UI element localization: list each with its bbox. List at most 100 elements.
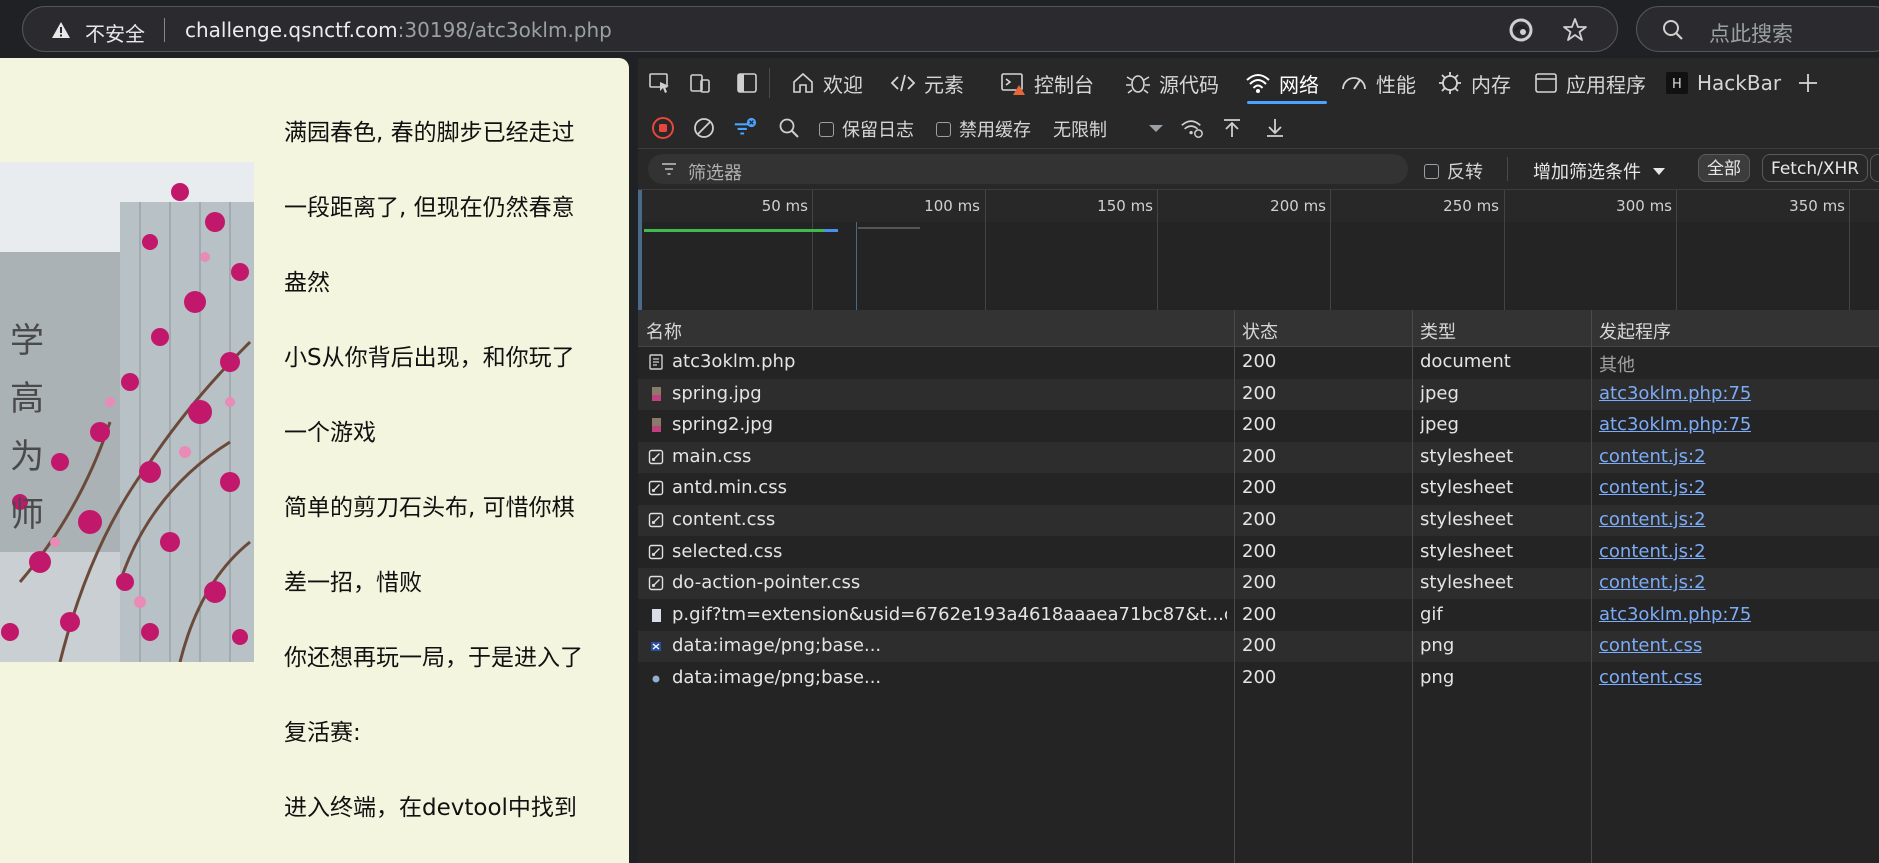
console-icon: [1001, 73, 1025, 95]
request-name[interactable]: p.gif?tm=extension&usid=6762e193a4618aaa…: [672, 604, 1227, 625]
filter-input[interactable]: 筛选器: [648, 154, 1408, 184]
wifi-icon: [1246, 74, 1270, 93]
request-name[interactable]: selected.css: [672, 541, 1227, 562]
request-name[interactable]: data:image/png;base...: [672, 667, 1227, 688]
tab-label: 控制台: [1034, 72, 1094, 97]
request-initiator[interactable]: content.js:2: [1599, 477, 1706, 498]
invert-checkbox[interactable]: 反转: [1424, 158, 1483, 184]
request-status: 200: [1242, 572, 1277, 594]
table-row[interactable]: main.css 200 stylesheet content.js:2: [638, 441, 1879, 473]
requests-table: 名称 状态 类型 发起程序 atc3oklm.php 200 document 其他 s…: [638, 310, 1879, 863]
table-row[interactable]: do-action-pointer.css 200 stylesheet conten…: [638, 568, 1879, 600]
column-divider[interactable]: [1591, 310, 1592, 863]
request-initiator[interactable]: content.js:2: [1599, 509, 1706, 530]
tab-welcome[interactable]: 欢迎: [791, 58, 863, 108]
request-initiator[interactable]: atc3oklm.php:75: [1599, 383, 1751, 404]
request-name[interactable]: spring.jpg: [672, 383, 1227, 404]
table-row[interactable]: data:image/png;base... 200 png content.css: [638, 663, 1879, 694]
calligraphy-char: 学: [10, 321, 44, 361]
search-box[interactable]: 点此搜索: [1636, 6, 1879, 52]
upload-har-icon[interactable]: [1220, 116, 1244, 140]
dock-sidebar-icon[interactable]: [735, 71, 759, 95]
table-row[interactable]: content.css 200 stylesheet content.js:2: [638, 505, 1879, 536]
clear-icon[interactable]: [692, 116, 716, 140]
column-header-status[interactable]: 状态: [1242, 318, 1278, 344]
story-line: 进入终端，在devtool中找到: [284, 795, 577, 821]
favorite-star-icon[interactable]: [1561, 16, 1589, 44]
throttling-select[interactable]: 无限制: [1053, 116, 1107, 142]
request-name[interactable]: data:image/png;base...: [672, 635, 1227, 656]
table-row[interactable]: antd.min.css 200 stylesheet content.js:2: [638, 473, 1879, 504]
request-initiator[interactable]: content.css: [1599, 667, 1702, 688]
device-emulation-icon[interactable]: [688, 71, 712, 95]
url-text[interactable]: challenge.qsnctf.com:30198/atc3oklm.php: [185, 18, 612, 42]
request-initiator[interactable]: atc3oklm.php:75: [1599, 414, 1751, 435]
table-row[interactable]: atc3oklm.php 200 document 其他: [638, 347, 1879, 378]
more-filters-dropdown[interactable]: 增加筛选条件: [1533, 158, 1669, 184]
filter-toggle-icon[interactable]: [733, 116, 757, 140]
table-row[interactable]: spring.jpg 200 jpeg atc3oklm.php:75: [638, 378, 1879, 410]
request-name[interactable]: do-action-pointer.css: [672, 572, 1227, 593]
request-name[interactable]: atc3oklm.php: [672, 351, 1227, 372]
preserve-log-checkbox[interactable]: 保留日志: [819, 116, 914, 142]
filter-chip-all[interactable]: 全部: [1698, 154, 1750, 182]
column-header-initiator[interactable]: 发起程序: [1599, 318, 1671, 344]
table-row[interactable]: p.gif?tm=extension&usid=6762e193a4618aaa…: [638, 600, 1879, 631]
code-icon: [890, 74, 916, 92]
request-initiator[interactable]: content.js:2: [1599, 446, 1706, 467]
tab-console[interactable]: 控制台: [1000, 58, 1094, 108]
request-initiator[interactable]: content.css: [1599, 635, 1702, 656]
checkbox-box[interactable]: [819, 121, 834, 137]
request-type: stylesheet: [1420, 540, 1514, 562]
record-icon[interactable]: [651, 116, 675, 140]
request-name[interactable]: main.css: [672, 446, 1227, 467]
column-divider[interactable]: [1234, 310, 1235, 863]
network-conditions-icon[interactable]: [1180, 116, 1204, 140]
overview-start-handle[interactable]: [638, 190, 642, 310]
tab-hackbar[interactable]: H HackBar: [1665, 58, 1781, 108]
column-header-name[interactable]: 名称: [646, 318, 682, 344]
security-status-label[interactable]: 不安全: [85, 18, 145, 47]
overview-gridline: [812, 190, 813, 310]
tab-elements[interactable]: 元素: [890, 58, 964, 108]
filter-chip-overflow[interactable]: [1870, 154, 1879, 182]
request-initiator[interactable]: content.js:2: [1599, 572, 1706, 593]
image-calligraphy: 学 高 为 师: [10, 312, 44, 544]
download-har-icon[interactable]: [1263, 116, 1287, 140]
tab-sources[interactable]: 源代码: [1125, 58, 1219, 108]
tab-application[interactable]: 应用程序: [1534, 58, 1646, 108]
checkbox-box[interactable]: [1424, 163, 1439, 179]
calligraphy-char: 为: [10, 437, 44, 477]
request-status: 200: [1242, 414, 1277, 436]
table-row[interactable]: data:image/png;base... 200 png content.css: [638, 631, 1879, 663]
story-line: 满园春色, 春的脚步已经走过: [284, 120, 575, 146]
tab-performance[interactable]: 性能: [1340, 58, 1416, 108]
table-header: 名称 状态 类型 发起程序: [638, 310, 1879, 347]
devtools-panel: 欢迎 元素 控制台 源代码 网络 性能 内存 应用程序 H HackBar 保留…: [638, 58, 1879, 863]
filter-chip-fetch-xhr[interactable]: Fetch/XHR: [1762, 154, 1869, 182]
request-name[interactable]: spring2.jpg: [672, 414, 1227, 435]
column-header-type[interactable]: 类型: [1420, 318, 1456, 344]
request-initiator[interactable]: atc3oklm.php:75: [1599, 604, 1751, 625]
edge-reader-icon[interactable]: [1507, 16, 1535, 44]
request-name[interactable]: content.css: [672, 509, 1227, 530]
warning-icon[interactable]: [51, 20, 71, 40]
address-bar[interactable]: 不安全 challenge.qsnctf.com:30198/atc3oklm.…: [22, 6, 1618, 52]
network-overview[interactable]: 50 ms 100 ms 150 ms 200 ms 250 ms 300 ms…: [638, 190, 1879, 311]
chevron-down-icon[interactable]: [1144, 116, 1168, 140]
checkbox-box[interactable]: [936, 121, 951, 137]
search-icon[interactable]: [777, 116, 801, 140]
inspect-element-icon[interactable]: [648, 71, 672, 95]
disable-cache-label: 禁用缓存: [959, 120, 1031, 141]
request-initiator[interactable]: content.js:2: [1599, 541, 1706, 562]
request-status: 200: [1242, 540, 1277, 562]
add-tab-icon[interactable]: [1796, 71, 1820, 95]
disable-cache-checkbox[interactable]: 禁用缓存: [936, 116, 1031, 142]
tab-label: 网络: [1279, 72, 1319, 97]
table-row[interactable]: selected.css 200 stylesheet content.js:2: [638, 537, 1879, 568]
waterfall-bar: [824, 229, 838, 232]
table-row[interactable]: spring2.jpg 200 jpeg atc3oklm.php:75: [638, 410, 1879, 441]
column-divider[interactable]: [1412, 310, 1413, 863]
request-name[interactable]: antd.min.css: [672, 477, 1227, 498]
tab-memory[interactable]: 内存: [1437, 58, 1511, 108]
